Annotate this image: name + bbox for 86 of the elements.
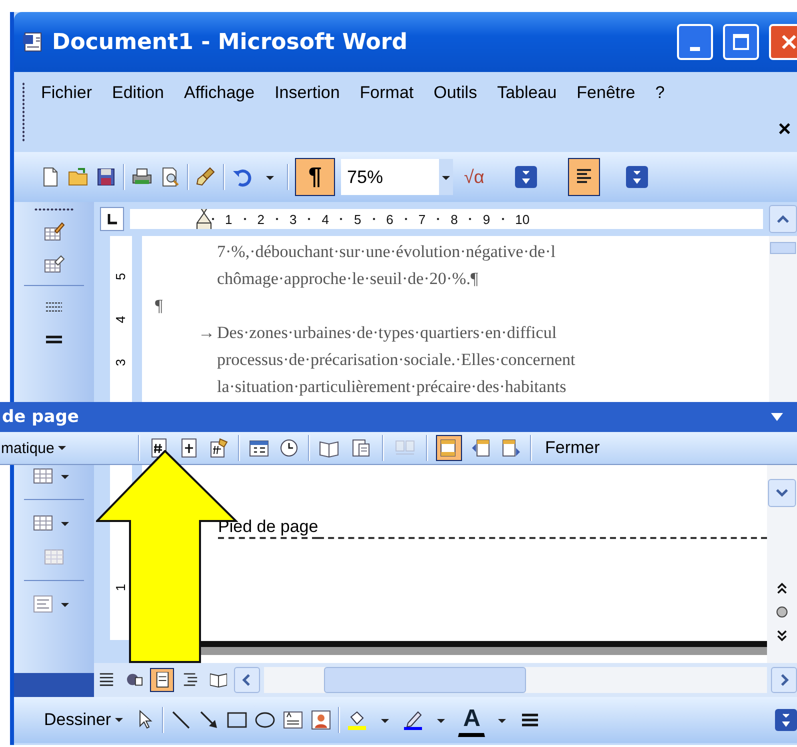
menu-item[interactable]: Format [350,76,424,110]
close-icon [779,32,797,52]
scroll-left-button[interactable] [234,667,260,693]
ruler-number: 5 [354,212,362,226]
word-app-icon [22,31,44,53]
browse-object-icon[interactable] [775,605,789,619]
ruler-number: 3 [289,212,297,226]
menu-item[interactable]: Edition [102,76,174,110]
format-page-number-icon[interactable] [208,437,230,459]
clip-art-icon[interactable] [310,709,332,731]
menu-item[interactable]: Fichier [31,76,102,110]
previous-page-icon[interactable] [775,581,789,595]
line-icon[interactable] [170,709,192,731]
window-title: Document1 - Microsoft Word [52,30,408,54]
draw-menu-button[interactable]: Dessiner [39,707,128,733]
caret-icon [58,444,66,452]
view-icon [210,672,226,688]
brush-icon[interactable] [195,166,217,188]
menu-item[interactable]: Outils [424,76,488,110]
minimize-button[interactable] [677,24,713,60]
document-text: la·situation·particulièrement·précaire·des·habitants [217,376,566,396]
ruler-number: 1 [225,212,232,226]
view-icon [98,672,114,688]
ruler-number: 7 [418,212,426,226]
previous-section-icon[interactable] [470,437,492,459]
close-button[interactable] [769,24,797,60]
save-icon[interactable] [95,166,117,188]
view-icon [154,672,170,688]
ruler-number: 4 [322,212,329,226]
clock-icon[interactable] [278,437,300,459]
tab-selector[interactable] [100,207,124,231]
menu-item[interactable]: Insertion [264,76,350,110]
ruler-number: 5 [114,272,128,280]
menu-item[interactable]: Affichage [174,76,265,110]
scroll-right-button[interactable] [771,667,797,693]
tab-mark: → [197,322,216,342]
scroll-up-button[interactable] [769,205,797,233]
scroll-thumb[interactable] [324,667,526,693]
menu-item[interactable]: Fenêtre [566,76,646,110]
caret-icon[interactable] [439,159,453,195]
pages-icon [350,437,372,459]
close-toolbar-button[interactable]: Fermer [540,435,605,461]
paragraph-mark: ¶ [155,296,163,316]
document-text: Des·zones·urbaines·de·types·quartiers·en·difficul [217,322,557,342]
scroll-thumb[interactable] [770,242,796,254]
menu-item[interactable]: Tableau [487,76,567,110]
document-text: chômage·approche·le·seuil·de·20·%.¶ [217,268,478,288]
view-icon [126,672,142,688]
dropdown-icon[interactable] [769,411,785,423]
ruler-number: 8 [450,212,458,226]
table-eraser-icon[interactable] [43,253,65,275]
text-box-icon[interactable] [282,709,304,731]
ruler-number: 2 [257,212,264,226]
font-color-button[interactable]: A [458,704,486,736]
table-pencil-icon[interactable] [43,221,65,243]
zoom-field[interactable]: 75% [341,159,453,195]
equation-button[interactable]: √α [459,164,490,190]
maximize-button[interactable] [723,24,759,60]
switch-header-footer-button[interactable] [436,435,462,461]
folder-icon[interactable] [67,166,89,188]
formatting-marks-button[interactable]: ¶ [295,158,335,196]
next-section-icon[interactable] [500,437,522,459]
ruler-number: 6 [386,212,394,226]
align-left-button[interactable] [568,158,600,196]
pen-icon[interactable] [402,709,424,731]
tab-stop-icon [105,212,119,226]
document-text: processus·de·précarisation·sociale.·Elles·concernent [217,350,576,370]
fill-bucket-icon[interactable] [346,709,368,731]
ruler-number: 1 [114,584,128,592]
ruler-number: 3 [114,358,128,366]
caret-icon [115,716,124,724]
text-lines-icon[interactable] [32,593,54,615]
document-text: 7·%,·débouchant·sur·une·évolution·négative·de·l [217,242,556,262]
maximize-icon [732,33,750,51]
scroll-down-button[interactable] [768,479,796,507]
next-page-icon[interactable] [775,629,789,643]
view-icon [182,672,198,688]
ruler-number: 10 [515,212,530,226]
insert-autotext-button[interactable]: matique [0,436,130,460]
minimize-icon [690,47,700,51]
ruler-number: 4 [114,315,128,323]
ruler-number: 9 [482,212,490,226]
toolbar-title: de page [2,407,79,427]
view-button[interactable] [150,668,174,692]
menu-item[interactable]: ? [645,76,675,110]
close-document-button[interactable]: × [772,116,797,142]
